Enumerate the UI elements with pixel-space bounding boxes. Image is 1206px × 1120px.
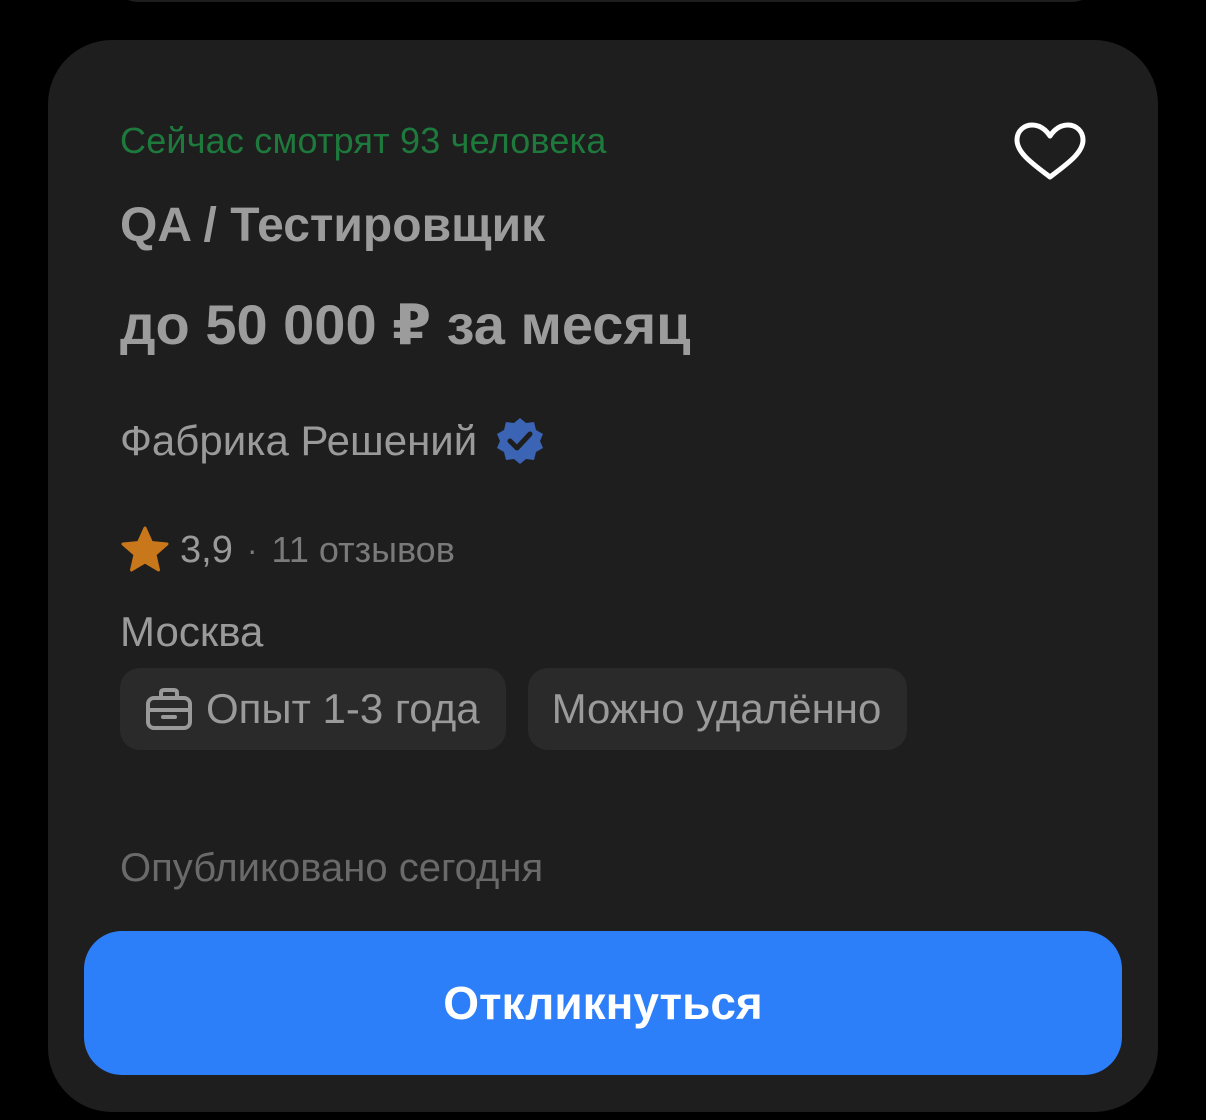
apply-button[interactable]: Откликнуться bbox=[84, 931, 1122, 1075]
star-icon bbox=[121, 526, 169, 572]
rating-separator: · bbox=[246, 531, 258, 568]
verified-badge-icon bbox=[497, 418, 544, 464]
previous-card-edge bbox=[100, 0, 1110, 2]
city: Москва bbox=[120, 608, 264, 655]
salary: до 50 000 ₽ за месяц bbox=[120, 293, 691, 356]
company-name: Фабрика Решений bbox=[120, 417, 478, 464]
reviews-count: 11 отзывов bbox=[271, 529, 455, 570]
remote-chip-label: Можно удалённо bbox=[551, 685, 882, 732]
briefcase-icon bbox=[146, 688, 192, 730]
company[interactable]: Фабрика Решений bbox=[120, 416, 545, 466]
vacancy-title[interactable]: QA / Тестировщик bbox=[120, 198, 545, 253]
published-date: Опубликовано сегодня bbox=[120, 846, 544, 890]
experience-chip-label: Опыт 1-3 года bbox=[206, 685, 480, 732]
favorite-button[interactable] bbox=[1008, 120, 1092, 184]
rating-value: 3,9 bbox=[180, 528, 233, 571]
viewers-count-text: Сейчас смотрят 93 человека bbox=[120, 120, 607, 161]
remote-chip: Можно удалённо bbox=[527, 668, 908, 750]
company-rating[interactable]: 3,9 · 11 отзывов bbox=[120, 526, 455, 574]
experience-chip: Опыт 1-3 года bbox=[120, 668, 506, 750]
vacancy-card[interactable]: Сейчас смотрят 93 человека QA / Тестиров… bbox=[48, 40, 1158, 1112]
tags-row: Опыт 1-3 года Можно удалённо bbox=[120, 668, 908, 750]
heart-outline-icon bbox=[1014, 122, 1086, 180]
